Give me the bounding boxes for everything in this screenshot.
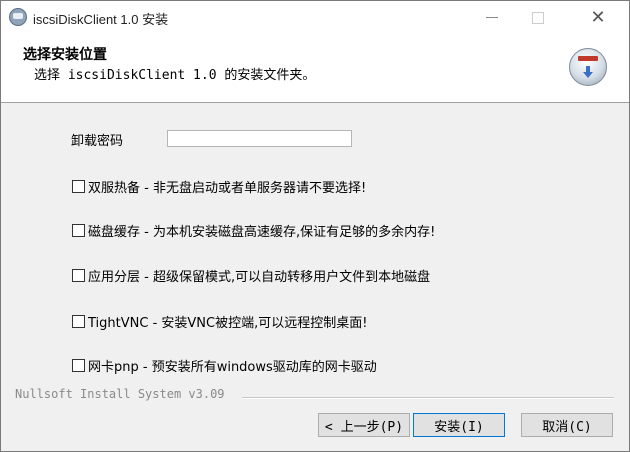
minimize-button[interactable] xyxy=(469,1,515,34)
maximize-icon xyxy=(532,11,544,24)
page-header: 选择安装位置 选择 iscsiDiskClient 1.0 的安装文件夹。 xyxy=(1,34,629,103)
option-label: 网卡pnp - 预安装所有windows驱动库的网卡驱动 xyxy=(88,360,377,375)
option-nic-pnp[interactable]: 网卡pnp - 预安装所有windows驱动库的网卡驱动 xyxy=(72,356,377,375)
title-bar: iscsiDiskClient 1.0 安装 ✕ xyxy=(1,1,629,34)
page-subtitle: 选择 iscsiDiskClient 1.0 的安装文件夹。 xyxy=(34,68,316,83)
checkbox[interactable] xyxy=(72,224,85,237)
option-app-layering[interactable]: 应用分层 - 超级保留模式,可以自动转移用户文件到本地磁盘 xyxy=(72,266,430,285)
checkbox[interactable] xyxy=(72,180,85,193)
option-label: TightVNC - 安装VNC被控端,可以远程控制桌面! xyxy=(88,316,368,331)
option-tightvnc[interactable]: TightVNC - 安装VNC被控端,可以远程控制桌面! xyxy=(72,312,367,331)
options-panel: 卸载密码 双服热备 - 非无盘启动或者单服务器请不要选择! 磁盘缓存 - 为本机… xyxy=(1,103,629,393)
installer-window: iscsiDiskClient 1.0 安装 ✕ 选择安装位置 选择 iscsi… xyxy=(0,0,630,452)
disk-label-shape xyxy=(578,56,598,61)
close-button[interactable]: ✕ xyxy=(575,1,621,34)
checkbox[interactable] xyxy=(72,359,85,372)
window-title: iscsiDiskClient 1.0 安装 xyxy=(33,12,169,27)
footer-divider xyxy=(242,397,614,399)
installer-disk-icon xyxy=(569,48,607,86)
download-arrow-icon xyxy=(583,66,593,78)
option-disk-cache[interactable]: 磁盘缓存 - 为本机安装磁盘高速缓存,保证有足够的多余内存! xyxy=(72,221,435,240)
uninstall-password-input[interactable] xyxy=(167,130,352,147)
checkbox[interactable] xyxy=(72,315,85,328)
uninstall-password-label: 卸载密码 xyxy=(71,134,124,149)
cancel-button[interactable]: 取消(C) xyxy=(521,413,613,437)
option-label: 磁盘缓存 - 为本机安装磁盘高速缓存,保证有足够的多余内存! xyxy=(88,225,436,240)
nsis-brand-text: Nullsoft Install System v3.09 xyxy=(15,387,225,401)
minimize-icon xyxy=(486,17,498,18)
option-dual-hot-standby[interactable]: 双服热备 - 非无盘启动或者单服务器请不要选择! xyxy=(72,177,366,196)
option-label: 应用分层 - 超级保留模式,可以自动转移用户文件到本地磁盘 xyxy=(88,270,431,285)
close-icon: ✕ xyxy=(590,7,606,28)
install-button[interactable]: 安装(I) xyxy=(413,413,505,437)
option-label: 双服热备 - 非无盘启动或者单服务器请不要选择! xyxy=(88,181,367,196)
checkbox[interactable] xyxy=(72,269,85,282)
maximize-button[interactable] xyxy=(515,1,561,34)
installer-app-icon xyxy=(9,8,27,26)
back-button[interactable]: < 上一步(P) xyxy=(318,413,410,437)
page-title: 选择安装位置 xyxy=(23,47,107,63)
